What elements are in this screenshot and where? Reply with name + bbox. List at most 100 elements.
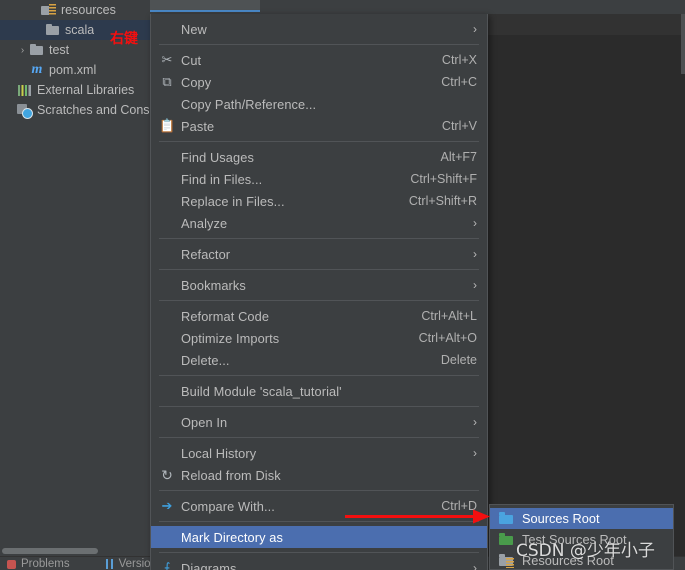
scissors-icon: ✂ — [161, 52, 173, 67]
menu-separator — [159, 238, 479, 239]
copy-icon: ⧉ — [162, 74, 172, 89]
submenu-chevron-right-icon: › — [473, 247, 477, 261]
menu-separator — [159, 552, 479, 553]
tree-item-pom-xml[interactable]: m pom.xml — [0, 60, 150, 80]
menu-item-shortcut: Ctrl+C — [441, 75, 477, 89]
menu-item-reformat-code[interactable]: Reformat Code Ctrl+Alt+L — [151, 305, 487, 327]
menu-item-shortcut: Ctrl+Shift+R — [408, 194, 477, 208]
menu-item-find-usages[interactable]: Find Usages Alt+F7 — [151, 146, 487, 168]
compare-icon: ➔ — [161, 498, 173, 513]
menu-item-icon-slot — [153, 328, 181, 348]
menu-item-compare-with[interactable]: ➔ Compare With... Ctrl+D — [151, 495, 487, 517]
menu-item-reload-from-disk[interactable]: ↻ Reload from Disk — [151, 464, 487, 486]
menu-item-label: Find Usages — [181, 149, 254, 165]
submenu-chevron-right-icon: › — [473, 446, 477, 460]
menu-item-icon-slot — [153, 244, 181, 264]
scrollbar-thumb[interactable] — [2, 548, 98, 554]
context-menu[interactable]: New › ✂ Cut Ctrl+X ⧉ Copy Ctrl+C Copy Path/Refer… — [150, 14, 488, 570]
menu-item-shortcut: Ctrl+Alt+O — [418, 331, 477, 345]
editor-active-tab[interactable] — [150, 0, 260, 12]
submenu-item-label: Sources Root — [522, 511, 600, 526]
menu-item-icon-slot — [153, 350, 181, 370]
menu-item-label: Cut — [181, 52, 202, 68]
menu-item-icon-slot — [153, 94, 181, 114]
menu-item-local-history[interactable]: Local History › — [151, 442, 487, 464]
libraries-icon — [17, 82, 33, 98]
menu-item-open-in[interactable]: Open In › — [151, 411, 487, 433]
menu-item-label: Reload from Disk — [181, 467, 281, 483]
submenu-chevron-right-icon: › — [473, 22, 477, 36]
version-control-icon — [104, 558, 116, 570]
menu-item-copy-path-reference[interactable]: Copy Path/Reference... — [151, 93, 487, 115]
menu-item-label: New — [181, 21, 207, 37]
submenu-chevron-right-icon: › — [473, 415, 477, 429]
ide-window: 0</modelVersion> ao</groupId>tutorial</a… — [0, 0, 685, 570]
menu-separator — [159, 141, 479, 142]
menu-item-icon-slot — [153, 443, 181, 463]
problems-icon — [6, 558, 18, 570]
menu-item-new[interactable]: New › — [151, 18, 487, 40]
menu-item-optimize-imports[interactable]: Optimize Imports Ctrl+Alt+O — [151, 327, 487, 349]
watermark-text: CSDN @少年小子 — [516, 541, 655, 561]
menu-item-label: Analyze — [181, 215, 228, 231]
menu-item-icon-slot — [153, 381, 181, 401]
bottom-bar-item-label: Problems — [21, 557, 70, 570]
menu-separator — [159, 406, 479, 407]
menu-item-replace-in-files[interactable]: Replace in Files... Ctrl+Shift+R — [151, 190, 487, 212]
project-tree-list: resources scala › test m pom.xml External Libr… — [0, 0, 150, 120]
menu-separator — [159, 490, 479, 491]
menu-item-icon-slot — [153, 527, 181, 547]
tree-item-resources[interactable]: resources — [0, 0, 150, 20]
folder-icon — [45, 22, 61, 38]
blue-folder-icon — [496, 511, 518, 527]
menu-separator — [159, 300, 479, 301]
menu-item-label: Local History — [181, 445, 257, 461]
submenu-item-sources-root[interactable]: Sources Root — [490, 508, 673, 529]
submenu-chevron-right-icon: › — [473, 561, 477, 570]
menu-item-label: Copy — [181, 74, 212, 90]
menu-item-label: Delete... — [181, 352, 230, 368]
scratches-icon — [17, 102, 33, 119]
sidebar-horizontal-scrollbar[interactable] — [0, 547, 150, 555]
tree-item-label: test — [49, 43, 70, 57]
menu-item-shortcut: Ctrl+D — [441, 499, 477, 513]
menu-item-cut[interactable]: ✂ Cut Ctrl+X — [151, 49, 487, 71]
menu-item-bookmarks[interactable]: Bookmarks › — [151, 274, 487, 296]
tree-item-external-libraries[interactable]: External Libraries — [0, 80, 150, 100]
menu-item-label: Optimize Imports — [181, 330, 280, 346]
menu-item-shortcut: Ctrl+V — [441, 119, 477, 133]
menu-item-label: Find in Files... — [181, 171, 263, 187]
menu-separator — [159, 375, 479, 376]
menu-item-icon-slot — [153, 19, 181, 39]
tree-item-scratches-and-conso[interactable]: Scratches and Conso — [0, 100, 150, 120]
menu-item-label: Paste — [181, 118, 215, 134]
menu-item-find-in-files[interactable]: Find in Files... Ctrl+Shift+F — [151, 168, 487, 190]
menu-item-mark-directory-as[interactable]: Mark Directory as — [151, 526, 487, 548]
menu-item-label: Diagrams — [181, 560, 237, 570]
bottom-bar-item-problems[interactable]: Problems — [6, 558, 70, 570]
menu-item-delete[interactable]: Delete... Delete — [151, 349, 487, 371]
menu-item-analyze[interactable]: Analyze › — [151, 212, 487, 234]
tree-item-label: resources — [61, 3, 116, 17]
menu-item-diagrams[interactable]: ⨍ Diagrams › — [151, 557, 487, 570]
editor-vertical-scrollbar[interactable] — [681, 14, 685, 74]
tree-item-label: pom.xml — [49, 63, 97, 77]
menu-item-label: Copy Path/Reference... — [181, 96, 317, 112]
resources-folder-icon — [41, 2, 57, 18]
menu-item-icon-slot — [153, 275, 181, 295]
menu-item-copy[interactable]: ⧉ Copy Ctrl+C — [151, 71, 487, 93]
menu-item-paste[interactable]: 📋 Paste Ctrl+V — [151, 115, 487, 137]
tree-item-label: scala — [65, 23, 95, 37]
menu-item-label: Build Module 'scala_tutorial' — [181, 383, 342, 399]
menu-item-refactor[interactable]: Refactor › — [151, 243, 487, 265]
menu-separator — [159, 44, 479, 45]
menu-item-label: Mark Directory as — [181, 529, 283, 545]
tree-expand-arrow-icon[interactable]: › — [16, 45, 29, 56]
menu-item-shortcut: Alt+F7 — [440, 150, 477, 164]
menu-item-build-module-scala-tutorial[interactable]: Build Module 'scala_tutorial' — [151, 380, 487, 402]
menu-item-shortcut: Ctrl+Shift+F — [410, 172, 477, 186]
menu-separator — [159, 269, 479, 270]
menu-item-label: Compare With... — [181, 498, 275, 514]
tree-item-label: External Libraries — [37, 83, 135, 97]
project-tree-panel[interactable]: resources scala › test m pom.xml External Libr… — [0, 0, 150, 545]
